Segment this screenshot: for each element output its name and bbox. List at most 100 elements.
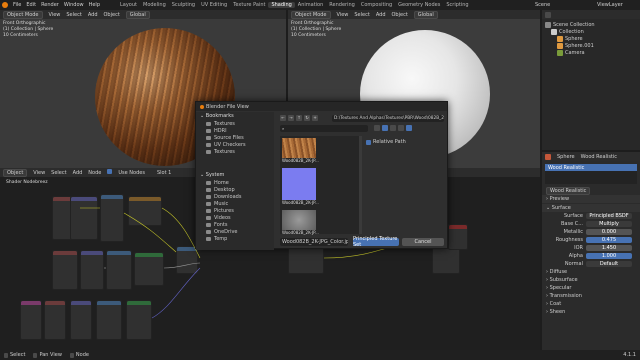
tree-row-collection[interactable]: Collection xyxy=(545,28,637,35)
menu-add[interactable]: Add xyxy=(88,12,98,18)
subsection-transmission[interactable]: › Transmission xyxy=(542,292,640,300)
menu-view[interactable]: View xyxy=(337,12,349,18)
menu-help[interactable]: Help xyxy=(89,2,100,8)
subsection-specular[interactable]: › Specular xyxy=(542,284,640,292)
tab-compositing[interactable]: Compositing xyxy=(358,2,395,8)
new-folder-icon[interactable]: + xyxy=(312,115,318,121)
refresh-icon[interactable]: ↻ xyxy=(304,115,310,121)
base-color-field[interactable]: Multiply xyxy=(586,221,632,227)
transform-orientation-dropdown[interactable]: Global xyxy=(413,10,438,19)
menu-select[interactable]: Select xyxy=(66,12,81,18)
subsection-sheen[interactable]: › Sheen xyxy=(542,308,640,316)
tab-rendering[interactable]: Rendering xyxy=(326,2,358,8)
metallic-field[interactable]: 0.000 xyxy=(586,229,632,235)
menu-window[interactable]: Window xyxy=(64,2,84,8)
system-item-music[interactable]: Music xyxy=(196,200,274,207)
menu-object[interactable]: Object xyxy=(104,12,120,18)
system-item-temp[interactable]: Temp xyxy=(196,235,274,242)
cancel-button[interactable]: Cancel xyxy=(402,238,444,246)
bookmark-item[interactable]: UV Checkers xyxy=(196,141,274,148)
bookmarks-section[interactable]: ⌄ Bookmarks xyxy=(196,112,274,120)
surface-shader-field[interactable]: Principled BSDF xyxy=(586,213,632,219)
video-icon xyxy=(206,215,211,220)
section-preview[interactable]: › Preview xyxy=(542,195,640,203)
bookmark-item[interactable]: Textures xyxy=(196,120,274,127)
principled-texture-set-button[interactable]: Principled Texture Set xyxy=(353,236,399,248)
tab-modeling[interactable]: Modeling xyxy=(140,2,169,8)
path-field[interactable]: D:\Textures And Alphas\Textures\PBR\Wood… xyxy=(332,115,444,122)
bookmark-item[interactable]: HDRI xyxy=(196,127,274,134)
vertical-list-icon[interactable] xyxy=(374,125,380,131)
filter-icon[interactable] xyxy=(545,11,551,18)
viewport-left-header: Object Mode View Select Add Object Globa… xyxy=(0,10,286,19)
material-slot-list[interactable]: Wood Realistic xyxy=(545,164,637,184)
tab-uv-editing[interactable]: UV Editing xyxy=(198,2,230,8)
relative-path-option[interactable]: Relative Path xyxy=(366,139,406,145)
menu-edit[interactable]: Edit xyxy=(26,2,36,8)
tab-animation[interactable]: Animation xyxy=(295,2,327,8)
thumbnails-icon[interactable] xyxy=(382,125,388,131)
menu-object[interactable]: Object xyxy=(392,12,408,18)
subsection-coat[interactable]: › Coat xyxy=(542,300,640,308)
menu-file[interactable]: File xyxy=(13,2,21,8)
search-field[interactable]: ⌕ xyxy=(280,125,368,132)
file-item[interactable]: Wood082B_2K-JP... xyxy=(282,138,319,163)
menu-select[interactable]: Select xyxy=(354,12,369,18)
tree-row-sphere-001[interactable]: Sphere.001 xyxy=(545,42,637,49)
file-grid-scrollbar[interactable] xyxy=(359,136,362,234)
transform-orientation-dropdown[interactable]: Global xyxy=(125,10,150,19)
tree-row-scene-collection[interactable]: Scene Collection xyxy=(545,21,637,28)
menu-add[interactable]: Add xyxy=(376,12,386,18)
parent-directory-icon[interactable]: ↑ xyxy=(296,115,302,121)
subsection-diffuse[interactable]: › Diffuse xyxy=(542,268,640,276)
file-item[interactable]: Wood082B_2K-JP... xyxy=(282,168,319,205)
folder-icon xyxy=(206,229,211,234)
gear-icon[interactable] xyxy=(406,125,412,131)
system-item-downloads[interactable]: Downloads xyxy=(196,193,274,200)
menu-render[interactable]: Render xyxy=(41,2,59,8)
tab-geometry-nodes[interactable]: Geometry Nodes xyxy=(395,2,443,8)
scene-selector[interactable]: Scene xyxy=(535,2,550,8)
tab-layout[interactable]: Layout xyxy=(117,2,140,8)
system-item-onedrive[interactable]: OneDrive xyxy=(196,228,274,235)
view-layer-selector[interactable]: ViewLayer xyxy=(597,2,623,8)
section-surface[interactable]: ⌄ Surface xyxy=(542,204,640,212)
system-item-desktop[interactable]: Desktop xyxy=(196,186,274,193)
tree-row-sphere[interactable]: Sphere xyxy=(545,35,637,42)
collection-icon xyxy=(551,28,557,35)
file-item[interactable]: Wood082B_2K-JP... xyxy=(282,210,319,235)
blender-logo-icon[interactable] xyxy=(2,2,8,8)
system-section[interactable]: ⌄ System xyxy=(196,171,274,179)
ior-field[interactable]: 1.450 xyxy=(586,245,632,251)
bookmark-item[interactable]: Source Files xyxy=(196,134,274,141)
version-label: 4.1.1 xyxy=(623,352,636,358)
tab-sculpting[interactable]: Sculpting xyxy=(169,2,198,8)
menu-view[interactable]: View xyxy=(49,12,61,18)
mode-dropdown[interactable]: Object Mode xyxy=(291,10,331,19)
tab-scripting[interactable]: Scripting xyxy=(443,2,471,8)
checkbox-checked-icon[interactable] xyxy=(366,139,371,145)
normal-map-thumbnail xyxy=(282,168,316,200)
filter-icon[interactable] xyxy=(398,125,404,131)
alpha-field[interactable]: 1.000 xyxy=(586,253,632,259)
system-item-pictures[interactable]: Pictures xyxy=(196,207,274,214)
blender-logo-icon xyxy=(200,104,204,109)
normal-field[interactable]: Default xyxy=(586,261,632,267)
tab-shading[interactable]: Shading xyxy=(268,2,295,8)
mode-dropdown[interactable]: Object Mode xyxy=(3,10,43,19)
bookmark-item[interactable]: Textures xyxy=(196,148,274,155)
forward-arrow-icon[interactable]: → xyxy=(288,115,294,121)
system-item-videos[interactable]: Videos xyxy=(196,214,274,221)
material-slot-item[interactable]: Wood Realistic xyxy=(545,164,637,171)
filename-field[interactable]: Wood082B_2K-JPG_Color.jpg xyxy=(280,238,348,246)
music-icon xyxy=(206,201,211,206)
system-item-home[interactable]: Home xyxy=(196,179,274,186)
tab-texture-paint[interactable]: Texture Paint xyxy=(230,2,268,8)
tree-row-camera[interactable]: Camera xyxy=(545,49,637,56)
sort-icon[interactable] xyxy=(390,125,396,131)
back-arrow-icon[interactable]: ← xyxy=(280,115,286,121)
subsection-subsurface[interactable]: › Subsurface xyxy=(542,276,640,284)
system-item-fonts[interactable]: Fonts xyxy=(196,221,274,228)
roughness-field[interactable]: 0.475 xyxy=(586,237,632,243)
material-datablock[interactable]: Wood Realistic xyxy=(542,187,640,195)
